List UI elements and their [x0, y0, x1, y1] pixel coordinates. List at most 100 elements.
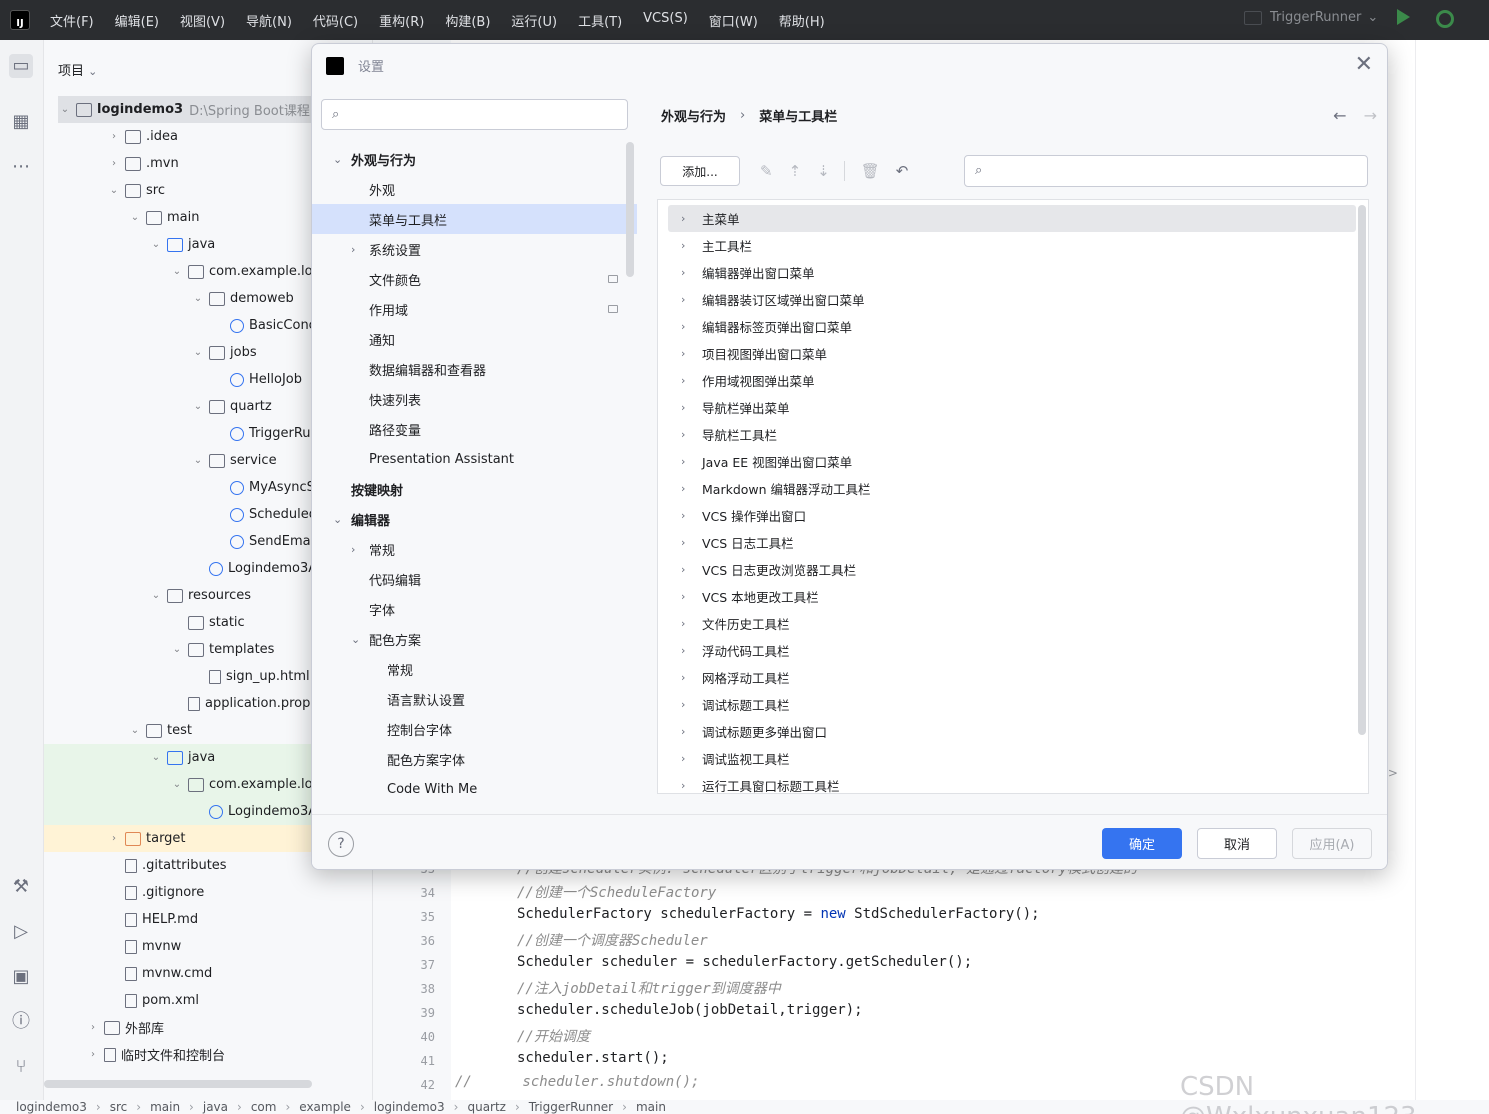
action-group-row[interactable]: › 主工具栏 — [658, 232, 1358, 259]
settings-nav-item[interactable]: ⌄ 编辑器 — [312, 504, 637, 534]
settings-nav-item[interactable]: 快速列表 — [312, 384, 637, 414]
settings-nav-item[interactable]: 字体 — [312, 594, 637, 624]
move-up-icon[interactable]: ⇡ — [789, 162, 802, 180]
chevron-down-icon[interactable]: ⌄ — [191, 347, 205, 358]
chevron-right-icon[interactable]: › — [681, 509, 685, 522]
chevron-right-icon[interactable]: › — [107, 131, 121, 142]
chevron-right-icon[interactable]: › — [681, 401, 685, 414]
chevron-right-icon[interactable]: › — [681, 266, 685, 279]
action-group-row[interactable]: › 导航栏工具栏 — [658, 421, 1358, 448]
chevron-right-icon[interactable]: › — [681, 428, 685, 441]
action-group-row[interactable]: › VCS 日志更改浏览器工具栏 — [658, 556, 1358, 583]
chevron-right-icon[interactable]: › — [681, 644, 685, 657]
edit-pencil-icon[interactable]: ✎ — [760, 162, 773, 180]
breadcrumb-item[interactable]: logindemo3 — [16, 1100, 87, 1114]
chevron-down-icon[interactable]: ⌄ — [149, 590, 163, 601]
app-logo-icon[interactable]: IJ — [10, 10, 30, 30]
action-group-row[interactable]: › 项目视图弹出窗口菜单 — [658, 340, 1358, 367]
action-group-row[interactable]: › 导航栏弹出菜单 — [658, 394, 1358, 421]
action-group-row[interactable]: › VCS 操作弹出窗口 — [658, 502, 1358, 529]
menu-item[interactable]: 视图(V) — [180, 11, 225, 30]
chevron-down-icon[interactable]: ⌄ — [128, 212, 142, 223]
tree-item[interactable]: mvnw.cmd — [44, 960, 372, 987]
chevron-right-icon[interactable]: › — [681, 752, 685, 765]
settings-nav-item[interactable]: 配色方案字体 — [312, 744, 637, 774]
settings-nav-item[interactable]: 语言默认设置 — [312, 684, 637, 714]
cancel-button[interactable]: 取消 — [1197, 828, 1277, 859]
chevron-down-icon[interactable]: ⌄ — [333, 513, 342, 526]
settings-nav-item[interactable]: 常规 — [312, 654, 637, 684]
action-group-row[interactable]: › 编辑器标签页弹出窗口菜单 — [658, 313, 1358, 340]
breadcrumb-item[interactable]: TriggerRunner — [529, 1100, 613, 1114]
tree-item[interactable]: HELP.md — [44, 906, 372, 933]
chevron-right-icon[interactable]: › — [681, 293, 685, 306]
tree-item[interactable]: mvnw — [44, 933, 372, 960]
menu-item[interactable]: 工具(T) — [578, 11, 622, 30]
settings-nav-item[interactable]: 路径变量 — [312, 414, 637, 444]
action-group-row[interactable]: › VCS 本地更改工具栏 — [658, 583, 1358, 610]
chevron-down-icon[interactable]: ⌄ — [170, 266, 184, 277]
chevron-right-icon[interactable]: › — [681, 671, 685, 684]
action-group-row[interactable]: › 浮动代码工具栏 — [658, 637, 1358, 664]
tree-item[interactable]: › 外部库 — [44, 1014, 372, 1041]
chevron-right-icon[interactable]: › — [681, 563, 685, 576]
chevron-right-icon[interactable]: › — [681, 320, 685, 333]
chevron-right-icon[interactable]: › — [86, 1049, 100, 1060]
terminal-icon[interactable]: ▣ — [9, 965, 33, 989]
settings-nav-item[interactable]: 外观 — [312, 174, 637, 204]
delete-trash-icon[interactable]: 🗑 — [861, 162, 880, 180]
chevron-right-icon[interactable]: › — [681, 347, 685, 360]
menu-item[interactable]: 代码(C) — [313, 11, 358, 30]
tree-item[interactable]: pom.xml — [44, 987, 372, 1014]
breadcrumb-item[interactable]: logindemo3 — [374, 1100, 445, 1114]
menu-item[interactable]: 编辑(E) — [115, 11, 159, 30]
chevron-down-icon[interactable]: ⌄ — [107, 185, 121, 196]
action-group-row[interactable]: › 编辑器弹出窗口菜单 — [658, 259, 1358, 286]
chevron-down-icon[interactable]: ⌄ — [191, 455, 205, 466]
chevron-right-icon[interactable]: › — [681, 239, 685, 252]
settings-nav-item[interactable]: Code With Me — [312, 774, 637, 804]
chevron-down-icon[interactable]: ⌄ — [191, 401, 205, 412]
chevron-right-icon[interactable]: › — [681, 698, 685, 711]
chevron-right-icon[interactable]: › — [107, 833, 121, 844]
action-group-row[interactable]: › 调试标题工具栏 — [658, 691, 1358, 718]
breadcrumb-parent[interactable]: 外观与行为 — [661, 106, 726, 125]
debug-icon[interactable] — [1436, 10, 1454, 28]
settings-nav-item[interactable]: 通知 — [312, 324, 637, 354]
run-icon[interactable] — [1397, 9, 1410, 25]
actions-search-input[interactable]: ⌕ — [964, 155, 1368, 187]
more-icon[interactable]: ⋯ — [9, 155, 33, 179]
problems-icon[interactable]: ⓘ — [9, 1010, 33, 1034]
menu-item[interactable]: 帮助(H) — [779, 11, 825, 30]
menu-item[interactable]: VCS(S) — [643, 11, 688, 30]
close-icon[interactable]: ✕ — [1355, 52, 1373, 77]
structure-icon[interactable]: ▦ — [9, 110, 33, 134]
chevron-right-icon[interactable]: › — [681, 617, 685, 630]
nav-scrollbar[interactable] — [626, 142, 634, 277]
breadcrumb-item[interactable]: quartz — [467, 1100, 506, 1114]
breadcrumb-item[interactable]: main — [150, 1100, 180, 1114]
settings-nav-item[interactable]: 作用域 — [312, 294, 637, 324]
ok-button[interactable]: 确定 — [1102, 828, 1182, 859]
menu-item[interactable]: 窗口(W) — [709, 11, 758, 30]
action-group-row[interactable]: › 网格浮动工具栏 — [658, 664, 1358, 691]
action-group-row[interactable]: › VCS 日志工具栏 — [658, 529, 1358, 556]
chevron-down-icon[interactable]: ⌄ — [170, 779, 184, 790]
chevron-right-icon[interactable]: › — [681, 779, 685, 792]
menu-item[interactable]: 运行(U) — [511, 11, 557, 30]
help-button[interactable]: ? — [328, 831, 354, 857]
chevron-down-icon[interactable]: ⌄ — [149, 239, 163, 250]
add-button[interactable]: 添加... — [660, 156, 740, 186]
breadcrumb-item[interactable]: main — [636, 1100, 666, 1114]
build-hammer-icon[interactable]: ⚒ — [9, 875, 33, 899]
project-horizontal-scrollbar[interactable] — [44, 1080, 312, 1088]
action-group-row[interactable]: › 编辑器装订区域弹出窗口菜单 — [658, 286, 1358, 313]
chevron-right-icon[interactable]: › — [681, 482, 685, 495]
settings-nav-item[interactable]: 代码编辑 — [312, 564, 637, 594]
project-folder-icon[interactable]: ▭ — [9, 54, 33, 78]
breadcrumb-item[interactable]: java — [203, 1100, 228, 1114]
back-arrow-icon[interactable]: ← — [1333, 106, 1346, 125]
move-down-icon[interactable]: ⇣ — [817, 162, 830, 180]
chevron-right-icon[interactable]: › — [86, 1022, 100, 1033]
forward-arrow-icon[interactable]: → — [1364, 106, 1377, 125]
